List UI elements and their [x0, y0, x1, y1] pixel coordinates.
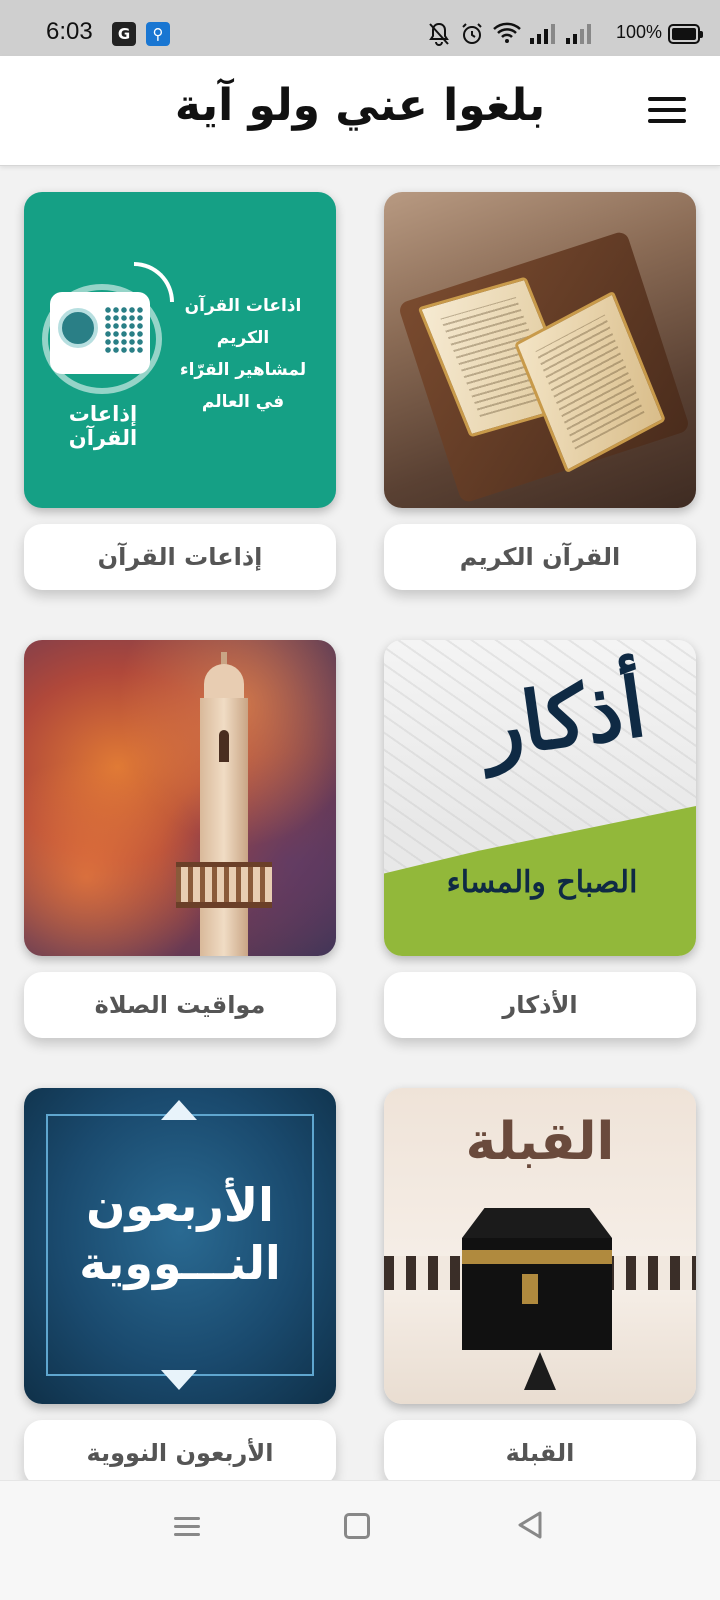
recent-apps-icon[interactable]	[170, 1511, 206, 1541]
battery-icon	[668, 24, 703, 44]
radio-image-line-3: في العالم	[201, 392, 285, 412]
radio-image-caption: إذاعات القرآن	[68, 402, 138, 450]
azkar-image-subtitle: الصباح والمساء	[446, 865, 638, 900]
status-time: 6:03	[46, 18, 93, 45]
tile-label-azkar[interactable]: الأذكار	[384, 972, 696, 1038]
app-title: بلغوا عني ولو آية	[174, 80, 546, 131]
azkar-image[interactable]: أذكار الصباح والمساء	[384, 640, 696, 956]
back-icon[interactable]	[512, 1507, 548, 1543]
compass-arrow-icon	[524, 1352, 556, 1390]
tile-label-qibla[interactable]: القبلة	[384, 1420, 696, 1486]
hamburger-menu-icon[interactable]	[648, 94, 688, 128]
nawawi-image-line-1: الأربعون	[86, 1178, 274, 1232]
battery-percent: 100%	[616, 22, 663, 42]
nawawi-image-line-2: النـــووية	[79, 1236, 281, 1290]
arrow-down-icon	[161, 1370, 197, 1390]
alarm-icon	[462, 23, 482, 44]
radio-icon	[50, 292, 150, 374]
arrow-up-icon	[161, 1100, 197, 1120]
radio-image[interactable]: اذاعات القرآن الكريم لمشاهير القرّاء في …	[24, 192, 336, 508]
tile-label-quran[interactable]: القرآن الكريم	[384, 524, 696, 590]
usb-icon: ⚲	[146, 22, 170, 46]
radio-image-line-2: لمشاهير القرّاء	[179, 360, 307, 380]
signal-icon	[566, 24, 591, 44]
app-bar: بلغوا عني ولو آية	[0, 56, 720, 166]
tile-label-quran-radio[interactable]: إذاعات القرآن	[24, 524, 336, 590]
translate-icon: G	[112, 22, 136, 46]
wifi-icon	[493, 22, 521, 43]
radio-image-line-1: اذاعات القرآن الكريم	[184, 296, 302, 348]
tile-label-prayer-times[interactable]: مواقيت الصلاة	[24, 972, 336, 1038]
quran-book-image[interactable]	[384, 192, 696, 508]
bell-off-icon	[429, 22, 449, 46]
qibla-image-title: القبلة	[465, 1112, 615, 1172]
tile-label-forty-nawawi[interactable]: الأربعون النووية	[24, 1420, 336, 1486]
home-icon[interactable]	[344, 1513, 370, 1539]
status-bar: 6:03 G ⚲ 100%	[0, 0, 720, 56]
minaret-image[interactable]	[24, 640, 336, 956]
kaaba-image[interactable]: القبلة	[384, 1088, 696, 1404]
nawawi-image[interactable]: الأربعون النـــووية	[24, 1088, 336, 1404]
signal-icon	[530, 24, 555, 44]
system-nav-bar	[0, 1480, 720, 1600]
